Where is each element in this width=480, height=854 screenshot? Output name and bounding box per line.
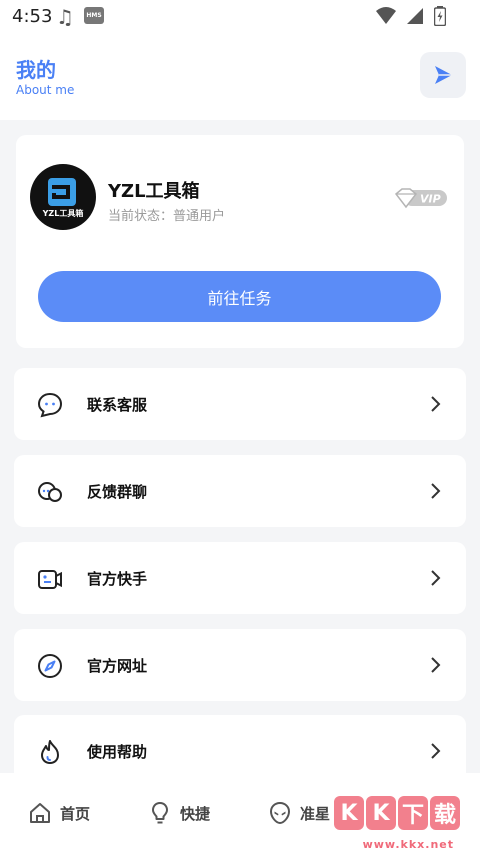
chevron-right-icon [431, 743, 441, 759]
menu-item-feedback-group[interactable]: 反馈群聊 [14, 455, 466, 527]
group-chat-icon [38, 482, 62, 502]
profile-card: YZL工具箱 YZL工具箱 当前状态：普通用户 VIP 前往任务 [16, 135, 464, 348]
vip-badge: VIP [394, 187, 448, 213]
avatar: YZL工具箱 [30, 164, 96, 230]
watermark-glyph: K [334, 796, 364, 830]
tab-label: 快捷 [180, 804, 211, 823]
status-icons [376, 6, 446, 26]
wifi-icon [376, 7, 396, 24]
compass-icon [38, 654, 62, 678]
chevron-right-icon [431, 483, 441, 499]
vip-diamond-icon: VIP [394, 188, 447, 209]
watermark-logo: K K 下 载 [334, 796, 460, 830]
kuaishou-icon [38, 570, 62, 589]
menu-label: 反馈群聊 [87, 483, 148, 501]
status-bar: 4:53 ♫ HMS [0, 0, 480, 34]
tab-crosshair[interactable]: 准星 [268, 801, 330, 825]
hms-badge: HMS [84, 7, 104, 24]
menu-item-official-kuaishou[interactable]: 官方快手 [14, 542, 466, 614]
vip-text: VIP [420, 193, 441, 206]
tab-label: 首页 [60, 804, 91, 823]
play-button[interactable] [420, 52, 466, 98]
menu-label: 官方快手 [87, 570, 148, 588]
watermark-glyph: 载 [430, 796, 460, 830]
watermark-glyph: K [366, 796, 396, 830]
lightbulb-icon [152, 802, 168, 824]
play-send-icon [435, 66, 452, 84]
watermark-glyph: 下 [398, 796, 428, 830]
battery-icon [434, 6, 446, 26]
chevron-right-icon [431, 657, 441, 673]
profile-status: 当前状态：普通用户 [108, 209, 226, 224]
menu-label: 使用帮助 [87, 743, 148, 761]
profile-name: YZL工具箱 [108, 181, 200, 202]
menu-item-contact-service[interactable]: 联系客服 [14, 368, 466, 440]
avatar-label: YZL工具箱 [42, 209, 84, 218]
music-note-icon: ♫ [56, 5, 74, 29]
flame-icon [41, 740, 59, 764]
chevron-right-icon [431, 570, 441, 586]
tab-shortcut[interactable]: 快捷 [148, 801, 210, 825]
page-title: 我的 [16, 58, 56, 82]
chevron-right-icon [431, 396, 441, 412]
app-logo-icon [48, 178, 76, 206]
alien-icon [269, 801, 291, 825]
menu-item-official-website[interactable]: 官方网址 [14, 629, 466, 701]
menu-label: 官方网址 [87, 657, 148, 675]
tab-home[interactable]: 首页 [28, 801, 90, 825]
menu-label: 联系客服 [87, 396, 148, 414]
tab-label: 准星 [300, 804, 331, 823]
status-time: 4:53 [12, 6, 53, 27]
home-icon [30, 803, 50, 823]
page-header: 我的 About me [0, 34, 480, 120]
signal-icon [407, 8, 423, 24]
chat-bubble-icon [37, 392, 63, 418]
page-subtitle: About me [16, 83, 75, 97]
go-task-button[interactable]: 前往任务 [38, 271, 441, 322]
watermark-url: www.kkx.net [362, 838, 454, 851]
